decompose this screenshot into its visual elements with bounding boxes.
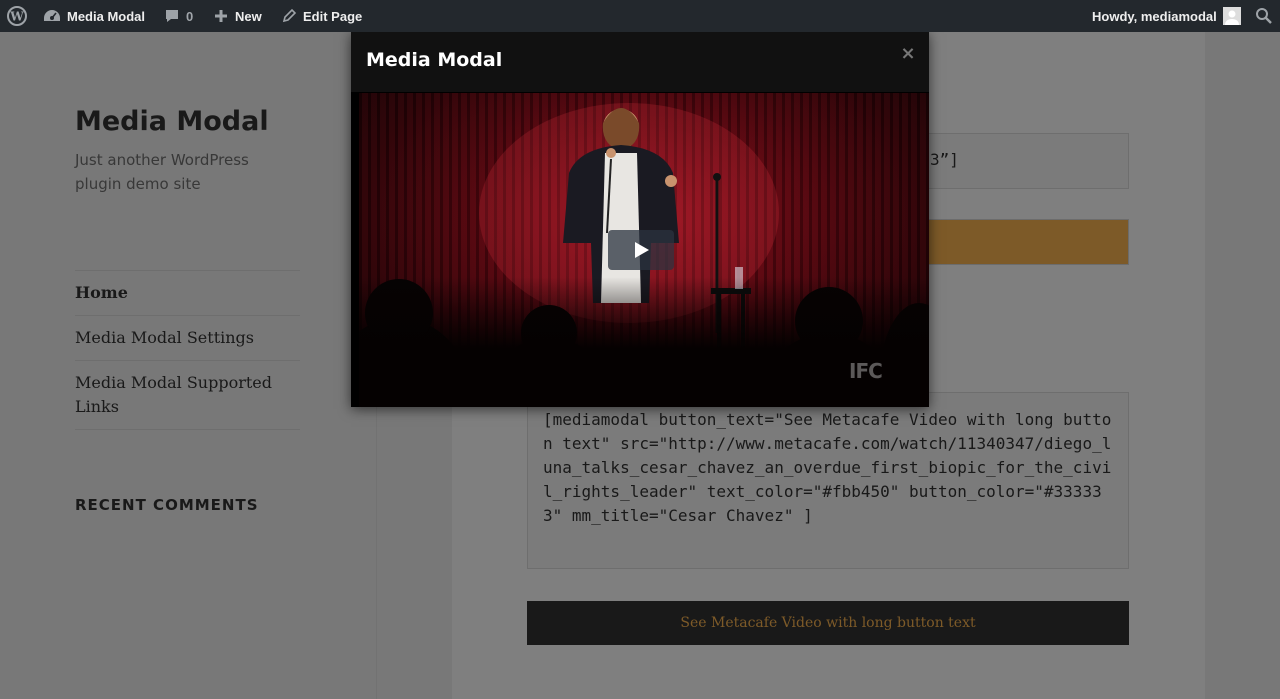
site-name-menu[interactable]: Media Modal (43, 0, 145, 32)
search-icon (1255, 7, 1273, 25)
pencil-icon (281, 8, 297, 24)
howdy-label: Howdy, mediamodal (1092, 8, 1217, 24)
wordpress-menu[interactable]: W (7, 0, 27, 32)
search-button[interactable] (1255, 0, 1273, 32)
channel-watermark: IFC (849, 359, 883, 383)
media-modal: Media Modal × IFC (351, 32, 929, 407)
dashboard-icon (43, 8, 61, 24)
comment-icon (164, 8, 180, 24)
play-icon (635, 242, 649, 258)
video-shade (359, 277, 929, 407)
comments-menu[interactable]: 0 (164, 0, 193, 32)
modal-title: Media Modal (366, 49, 503, 71)
close-icon[interactable]: × (900, 45, 916, 63)
edit-page-menu[interactable]: Edit Page (281, 0, 362, 32)
avatar-icon (1222, 7, 1241, 25)
plus-icon (213, 8, 229, 24)
wordpress-logo-icon: W (7, 6, 27, 26)
admin-bar: W Media Modal 0 New Edit Page Howdy, med… (0, 0, 1280, 32)
my-account-menu[interactable]: Howdy, mediamodal (1092, 0, 1241, 32)
edit-page-label: Edit Page (303, 8, 363, 24)
comments-count: 0 (186, 8, 194, 24)
new-label: New (235, 8, 262, 24)
play-button[interactable] (608, 230, 674, 270)
site-name-label: Media Modal (67, 8, 146, 24)
new-content-menu[interactable]: New (213, 0, 262, 32)
modal-header: Media Modal × (351, 32, 929, 92)
svg-text:W: W (9, 10, 24, 24)
video-player[interactable]: IFC (359, 93, 929, 407)
